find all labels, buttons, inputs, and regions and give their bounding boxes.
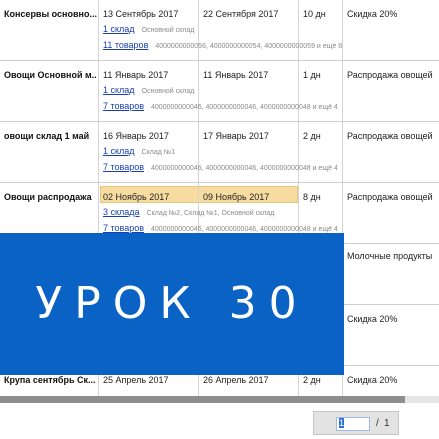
warehouses-link[interactable]: 1 склад: [103, 85, 135, 95]
promo-type: Скидка 20%: [347, 314, 398, 324]
end-date: 09 Ноябрь 2017: [203, 192, 270, 202]
promo-cell: Распродажа овощей: [343, 61, 439, 121]
warehouses-line: 1 склад Основной склад: [103, 85, 194, 95]
promotion-name: Консервы основно...: [4, 9, 97, 19]
warehouses-detail: Основной склад: [141, 88, 195, 95]
duration: 2 дн: [303, 375, 321, 385]
goods-link[interactable]: 7 товаров: [103, 223, 144, 233]
lesson-banner: УРОК 30: [0, 233, 344, 375]
warehouses-line: 1 склад Основной склад: [103, 24, 194, 34]
warehouses-link[interactable]: 1 склад: [103, 146, 135, 156]
days-cell: 2 дн: [299, 122, 343, 182]
page-separator: /: [376, 418, 379, 429]
promo-cell: Скидка 20%: [343, 305, 439, 365]
goods-link[interactable]: 11 товаров: [103, 40, 148, 50]
name-cell: Консервы основно...: [0, 0, 99, 60]
table-row[interactable]: овощи склад 1 май 16 Январь 2017 17 Янва…: [0, 122, 439, 183]
promotion-name: Овощи Основной м...: [4, 70, 97, 80]
promotion-name: овощи склад 1 май: [4, 131, 90, 141]
promo-cell: Молочные продукты: [343, 244, 439, 304]
goods-line: 7 товаров 4000000000046, 4000000000046, 4…: [103, 223, 338, 233]
warehouses-link[interactable]: 1 склад: [103, 24, 135, 34]
end-cell: 17 Январь 2017: [199, 122, 299, 182]
start-date: 25 Апрель 2017: [103, 375, 169, 385]
page-number: 1: [339, 418, 345, 428]
name-cell: Овощи Основной м...: [0, 61, 99, 121]
name-cell: овощи склад 1 май: [0, 122, 99, 182]
start-date: 02 Ноябрь 2017: [103, 192, 170, 202]
end-date: 17 Январь 2017: [203, 131, 269, 141]
goods-detail: 4000000000056, 4000000000054, 4000000000…: [155, 43, 343, 50]
duration: 1 дн: [303, 70, 321, 80]
goods-link[interactable]: 7 товаров: [103, 162, 144, 172]
duration: 10 дн: [303, 9, 326, 19]
promo-cell: Скидка 20%: [343, 366, 439, 400]
promo-type: Распродажа овощей: [347, 192, 433, 202]
start-date: 11 Январь 2017: [103, 70, 169, 80]
warehouses-detail: Склад №2, Склад №1, Основной склад: [146, 210, 275, 217]
warehouses-detail: Основной склад: [141, 27, 195, 34]
horizontal-scrollbar[interactable]: [0, 396, 439, 403]
warehouses-line: 3 склада Склад №2, Склад №1, Основной скл…: [103, 207, 274, 217]
duration: 8 дн: [303, 192, 321, 202]
goods-detail: 4000000000046, 4000000000046, 4000000000…: [151, 165, 338, 172]
page-total: 1: [384, 418, 390, 429]
goods-line: 7 товаров 4000000000046, 4000000000046, 4…: [103, 101, 338, 111]
goods-line: 11 товаров 4000000000056, 4000000000054, …: [103, 40, 342, 50]
goods-link[interactable]: 7 товаров: [103, 101, 144, 111]
scrollbar-thumb[interactable]: [0, 396, 405, 403]
promo-type: Скидка 20%: [347, 9, 398, 19]
promo-cell: Скидка 20%: [343, 0, 439, 60]
table-row[interactable]: Консервы основно... 13 Сентябрь 2017 22 …: [0, 0, 439, 61]
promo-type: Скидка 20%: [347, 375, 398, 385]
goods-detail: 4000000000046, 4000000000046, 4000000000…: [151, 226, 338, 233]
start-date: 13 Сентябрь 2017: [103, 9, 179, 19]
end-cell: 22 Сентября 2017: [199, 0, 299, 60]
promo-type: Распродажа овощей: [347, 70, 433, 80]
promotion-name: Крупа сентябрь Ск...: [4, 375, 96, 385]
table-row[interactable]: Овощи Основной м... 11 Январь 2017 11 Ян…: [0, 61, 439, 122]
duration: 2 дн: [303, 131, 321, 141]
end-cell: 11 Январь 2017: [199, 61, 299, 121]
end-date: 26 Апрель 2017: [203, 375, 269, 385]
warehouses-link[interactable]: 3 склада: [103, 207, 140, 217]
warehouses-line: 1 склад Склад №1: [103, 146, 175, 156]
goods-line: 7 товаров 4000000000046, 4000000000046, 4…: [103, 162, 338, 172]
start-date: 16 Январь 2017: [103, 131, 169, 141]
end-date: 11 Январь 2017: [203, 70, 269, 80]
promo-cell: Распродажа овощей: [343, 122, 439, 182]
lesson-title: УРОК 30: [35, 278, 309, 329]
end-date: 22 Сентября 2017: [203, 9, 279, 19]
promo-type: Молочные продукты: [347, 251, 433, 261]
promo-type: Распродажа овощей: [347, 131, 433, 141]
warehouses-detail: Склад №1: [141, 149, 176, 156]
goods-detail: 4000000000046, 4000000000046, 4000000000…: [151, 104, 338, 111]
promo-cell: Распродажа овощей: [343, 183, 439, 243]
days-cell: 1 дн: [299, 61, 343, 121]
pager: 1 / 1: [313, 411, 399, 435]
page-number-input[interactable]: 1: [336, 417, 370, 431]
days-cell: 10 дн: [299, 0, 343, 60]
promotion-name: Овощи распродажа: [4, 192, 92, 202]
